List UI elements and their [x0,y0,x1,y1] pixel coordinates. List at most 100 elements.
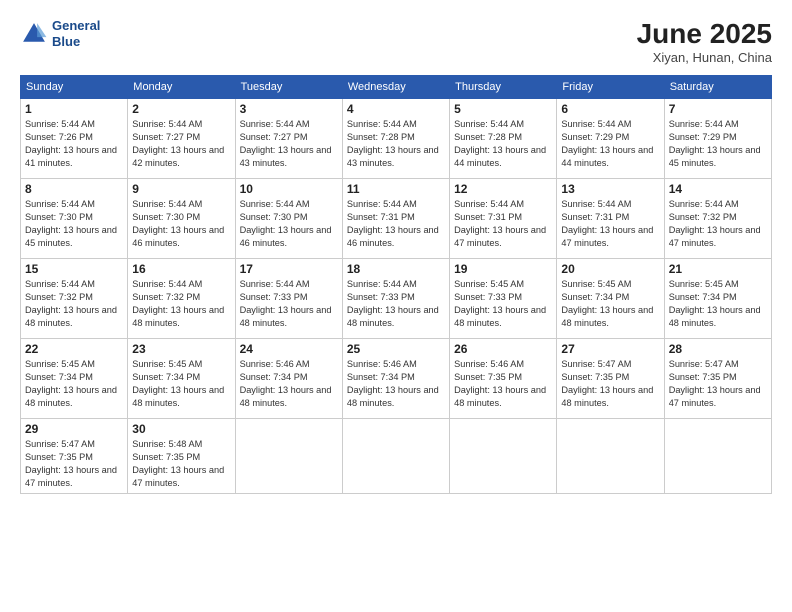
sunset: Sunset: 7:31 PM [454,211,552,224]
day-number: 1 [25,102,123,116]
day-number: 15 [25,262,123,276]
daylight: Daylight: 13 hours and 42 minutes. [132,144,230,170]
day-number: 7 [669,102,767,116]
sunrise: Sunrise: 5:44 AM [132,198,230,211]
day-info: Sunrise: 5:47 AM Sunset: 7:35 PM Dayligh… [561,358,659,410]
calendar-week-row: 29 Sunrise: 5:47 AM Sunset: 7:35 PM Dayl… [21,419,772,494]
day-info: Sunrise: 5:44 AM Sunset: 7:30 PM Dayligh… [25,198,123,250]
daylight: Daylight: 13 hours and 43 minutes. [240,144,338,170]
calendar-cell: 25 Sunrise: 5:46 AM Sunset: 7:34 PM Dayl… [342,339,449,419]
day-number: 5 [454,102,552,116]
day-number: 19 [454,262,552,276]
sunrise: Sunrise: 5:48 AM [132,438,230,451]
calendar-cell [664,419,771,494]
day-number: 23 [132,342,230,356]
calendar-cell: 14 Sunrise: 5:44 AM Sunset: 7:32 PM Dayl… [664,179,771,259]
sunrise: Sunrise: 5:44 AM [25,278,123,291]
calendar-cell [342,419,449,494]
sunrise: Sunrise: 5:44 AM [561,198,659,211]
calendar-cell: 27 Sunrise: 5:47 AM Sunset: 7:35 PM Dayl… [557,339,664,419]
calendar-cell [557,419,664,494]
sunset: Sunset: 7:28 PM [454,131,552,144]
sunset: Sunset: 7:31 PM [347,211,445,224]
logo-icon [20,20,48,48]
day-info: Sunrise: 5:44 AM Sunset: 7:29 PM Dayligh… [669,118,767,170]
logo-line2: Blue [52,34,100,50]
daylight: Daylight: 13 hours and 47 minutes. [669,384,767,410]
calendar-cell: 4 Sunrise: 5:44 AM Sunset: 7:28 PM Dayli… [342,99,449,179]
col-monday: Monday [128,76,235,99]
col-friday: Friday [557,76,664,99]
calendar-cell: 1 Sunrise: 5:44 AM Sunset: 7:26 PM Dayli… [21,99,128,179]
day-info: Sunrise: 5:44 AM Sunset: 7:33 PM Dayligh… [240,278,338,330]
sunset: Sunset: 7:28 PM [347,131,445,144]
sunset: Sunset: 7:26 PM [25,131,123,144]
sunset: Sunset: 7:30 PM [240,211,338,224]
daylight: Daylight: 13 hours and 48 minutes. [347,384,445,410]
daylight: Daylight: 13 hours and 47 minutes. [25,464,123,490]
sunrise: Sunrise: 5:44 AM [25,198,123,211]
sunrise: Sunrise: 5:45 AM [561,278,659,291]
sunset: Sunset: 7:32 PM [132,291,230,304]
daylight: Daylight: 13 hours and 47 minutes. [561,224,659,250]
sunrise: Sunrise: 5:44 AM [240,118,338,131]
calendar-week-row: 8 Sunrise: 5:44 AM Sunset: 7:30 PM Dayli… [21,179,772,259]
day-info: Sunrise: 5:45 AM Sunset: 7:34 PM Dayligh… [132,358,230,410]
day-info: Sunrise: 5:46 AM Sunset: 7:34 PM Dayligh… [347,358,445,410]
sunset: Sunset: 7:29 PM [561,131,659,144]
sunrise: Sunrise: 5:44 AM [25,118,123,131]
calendar-cell: 11 Sunrise: 5:44 AM Sunset: 7:31 PM Dayl… [342,179,449,259]
sunrise: Sunrise: 5:44 AM [669,118,767,131]
daylight: Daylight: 13 hours and 43 minutes. [347,144,445,170]
day-number: 16 [132,262,230,276]
daylight: Daylight: 13 hours and 46 minutes. [240,224,338,250]
logo-line1: General [52,18,100,34]
day-number: 12 [454,182,552,196]
sunrise: Sunrise: 5:47 AM [669,358,767,371]
calendar-cell: 3 Sunrise: 5:44 AM Sunset: 7:27 PM Dayli… [235,99,342,179]
daylight: Daylight: 13 hours and 48 minutes. [132,304,230,330]
day-number: 24 [240,342,338,356]
page: General Blue June 2025 Xiyan, Hunan, Chi… [0,0,792,612]
daylight: Daylight: 13 hours and 48 minutes. [240,384,338,410]
sunrise: Sunrise: 5:44 AM [132,278,230,291]
sunset: Sunset: 7:35 PM [561,371,659,384]
daylight: Daylight: 13 hours and 46 minutes. [347,224,445,250]
sunrise: Sunrise: 5:46 AM [454,358,552,371]
day-number: 9 [132,182,230,196]
calendar-cell: 17 Sunrise: 5:44 AM Sunset: 7:33 PM Dayl… [235,259,342,339]
day-number: 30 [132,422,230,436]
day-info: Sunrise: 5:44 AM Sunset: 7:27 PM Dayligh… [132,118,230,170]
daylight: Daylight: 13 hours and 45 minutes. [669,144,767,170]
day-info: Sunrise: 5:46 AM Sunset: 7:34 PM Dayligh… [240,358,338,410]
sunset: Sunset: 7:35 PM [25,451,123,464]
calendar-cell: 24 Sunrise: 5:46 AM Sunset: 7:34 PM Dayl… [235,339,342,419]
day-info: Sunrise: 5:45 AM Sunset: 7:34 PM Dayligh… [25,358,123,410]
calendar-header: Sunday Monday Tuesday Wednesday Thursday… [21,76,772,99]
day-info: Sunrise: 5:44 AM Sunset: 7:27 PM Dayligh… [240,118,338,170]
calendar-cell: 15 Sunrise: 5:44 AM Sunset: 7:32 PM Dayl… [21,259,128,339]
header-row: Sunday Monday Tuesday Wednesday Thursday… [21,76,772,99]
sunset: Sunset: 7:27 PM [132,131,230,144]
col-tuesday: Tuesday [235,76,342,99]
day-info: Sunrise: 5:45 AM Sunset: 7:34 PM Dayligh… [561,278,659,330]
day-info: Sunrise: 5:46 AM Sunset: 7:35 PM Dayligh… [454,358,552,410]
calendar-cell: 8 Sunrise: 5:44 AM Sunset: 7:30 PM Dayli… [21,179,128,259]
daylight: Daylight: 13 hours and 48 minutes. [240,304,338,330]
sunset: Sunset: 7:33 PM [240,291,338,304]
calendar-cell: 20 Sunrise: 5:45 AM Sunset: 7:34 PM Dayl… [557,259,664,339]
day-number: 8 [25,182,123,196]
daylight: Daylight: 13 hours and 48 minutes. [454,304,552,330]
day-info: Sunrise: 5:44 AM Sunset: 7:31 PM Dayligh… [347,198,445,250]
day-number: 14 [669,182,767,196]
day-number: 3 [240,102,338,116]
calendar-cell: 26 Sunrise: 5:46 AM Sunset: 7:35 PM Dayl… [450,339,557,419]
sunset: Sunset: 7:33 PM [347,291,445,304]
calendar-cell: 29 Sunrise: 5:47 AM Sunset: 7:35 PM Dayl… [21,419,128,494]
calendar-cell: 6 Sunrise: 5:44 AM Sunset: 7:29 PM Dayli… [557,99,664,179]
daylight: Daylight: 13 hours and 48 minutes. [347,304,445,330]
day-info: Sunrise: 5:44 AM Sunset: 7:31 PM Dayligh… [454,198,552,250]
day-info: Sunrise: 5:44 AM Sunset: 7:32 PM Dayligh… [132,278,230,330]
day-info: Sunrise: 5:47 AM Sunset: 7:35 PM Dayligh… [25,438,123,490]
sunrise: Sunrise: 5:44 AM [454,198,552,211]
